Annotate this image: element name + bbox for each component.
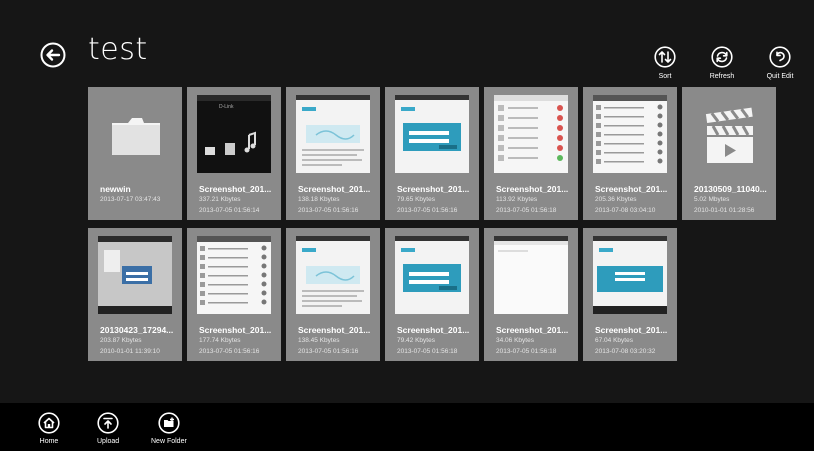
file-size: 138.18 Kbytes [298,196,340,203]
file-date: 2013-07-05 01:56:18 [496,207,557,214]
file-name: newwin [100,184,131,194]
back-arrow-icon [40,42,66,68]
screenshot-thumbnail [395,236,469,314]
file-tile[interactable]: 20130423_17294... 203.87 Kbytes 2010-01-… [88,228,182,361]
file-tile[interactable]: Screenshot_201... 79.42 Kbytes 2013-07-0… [385,228,479,361]
quit-edit-label: Quit Edit [766,73,794,80]
refresh-label: Refresh [709,73,735,80]
sort-button[interactable]: Sort [637,46,693,80]
upload-label: Upload [97,438,120,445]
file-tile[interactable]: Screenshot_201... 113.92 Kbytes 2013-07-… [484,87,578,220]
file-tile[interactable]: Screenshot_201... 177.74 Kbytes 2013-07-… [187,228,281,361]
file-tile[interactable]: Screenshot_201... 34.06 Kbytes 2013-07-0… [484,228,578,361]
screenshot-thumbnail [197,236,271,314]
file-tile[interactable]: Screenshot_201... 79.65 Kbytes 2013-07-0… [385,87,479,220]
file-name: Screenshot_201... [397,184,470,194]
file-date: 2013-07-08 03:04:10 [595,207,656,214]
upload-icon [97,412,119,434]
file-tile[interactable]: Screenshot_201... 138.18 Kbytes 2013-07-… [286,87,380,220]
file-name: Screenshot_201... [595,184,668,194]
file-date: 2013-07-05 01:56:14 [199,207,260,214]
new-folder-label: New Folder [151,438,187,445]
quit-edit-button[interactable]: Quit Edit [752,46,808,80]
file-name: Screenshot_201... [199,325,272,335]
file-date: 2013-07-05 01:56:18 [397,348,458,355]
file-date: 2013-07-05 01:56:18 [496,348,557,355]
refresh-button[interactable]: Refresh [694,46,750,80]
file-tile[interactable]: 20130509_11040... 5.02 Mbytes 2010-01-01… [682,87,776,220]
file-date: 2013-07-05 01:56:16 [199,348,260,355]
page-title: test [88,32,148,67]
file-tile[interactable]: D-Link Screenshot_201... 337.21 Kbytes 2… [187,87,281,220]
screenshot-thumbnail: D-Link [197,95,271,173]
screenshot-thumbnail [593,95,667,173]
file-date: 2013-07-05 01:56:16 [298,207,359,214]
screenshot-thumbnail [494,236,568,314]
file-name: Screenshot_201... [496,325,569,335]
file-date: 2010-01-01 01:28:56 [694,207,755,214]
file-date: 2013-07-17 03:47:43 [100,196,161,203]
screenshot-thumbnail [296,95,370,173]
file-name: Screenshot_201... [496,184,569,194]
file-tile[interactable]: Screenshot_201... 205.36 Kbytes 2013-07-… [583,87,677,220]
file-date: 2013-07-05 01:56:16 [298,348,359,355]
video-thumbnail [692,95,766,173]
file-name: Screenshot_201... [595,325,668,335]
folder-thumbnail [98,95,172,173]
file-size: 177.74 Kbytes [199,337,241,344]
file-name: Screenshot_201... [298,184,371,194]
screenshot-thumbnail [395,95,469,173]
refresh-icon [711,46,733,68]
file-tile[interactable]: Screenshot_201... 138.45 Kbytes 2013-07-… [286,228,380,361]
file-size: 5.02 Mbytes [694,196,730,203]
file-tile[interactable]: Screenshot_201... 67.04 Kbytes 2013-07-0… [583,228,677,361]
file-size: 203.87 Kbytes [100,337,142,344]
upload-button[interactable]: Upload [97,412,119,445]
file-name: 20130509_11040... [694,184,767,194]
file-size: 113.92 Kbytes [496,196,538,203]
file-size: 79.42 Kbytes [397,337,435,344]
header: test Sort Refresh Quit Edit [0,0,814,92]
file-name: Screenshot_201... [397,325,470,335]
file-tile[interactable]: newwin 2013-07-17 03:47:43 [88,87,182,220]
home-label: Home [39,438,59,445]
file-size: 34.06 Kbytes [496,337,534,344]
file-date: 2013-07-05 01:56:16 [397,207,458,214]
file-size: 337.21 Kbytes [199,196,241,203]
sort-icon [654,46,676,68]
new-folder-icon [158,412,180,434]
file-size: 79.65 Kbytes [397,196,435,203]
video-clapper-icon [705,107,753,163]
new-folder-button[interactable]: New Folder [151,412,187,445]
file-size: 138.45 Kbytes [298,337,340,344]
bottom-app-bar: Home Upload New Folder [0,403,814,451]
home-button[interactable]: Home [38,412,60,445]
file-name: 20130423_17294... [100,325,174,335]
folder-icon [112,118,160,155]
file-size: 67.04 Kbytes [595,337,633,344]
file-date: 2013-07-08 03:20:32 [595,348,656,355]
screenshot-thumbnail [98,236,172,314]
svg-text:D-Link: D-Link [219,104,234,110]
screenshot-thumbnail [296,236,370,314]
quit-edit-icon [769,46,791,68]
file-date: 2010-01-01 11:39:10 [100,348,160,355]
file-name: Screenshot_201... [199,184,272,194]
sort-label: Sort [658,73,672,80]
screenshot-thumbnail [593,236,667,314]
screenshot-thumbnail [494,95,568,173]
home-icon [38,412,60,434]
file-name: Screenshot_201... [298,325,371,335]
back-button[interactable] [40,42,66,68]
file-size: 205.36 Kbytes [595,196,637,203]
